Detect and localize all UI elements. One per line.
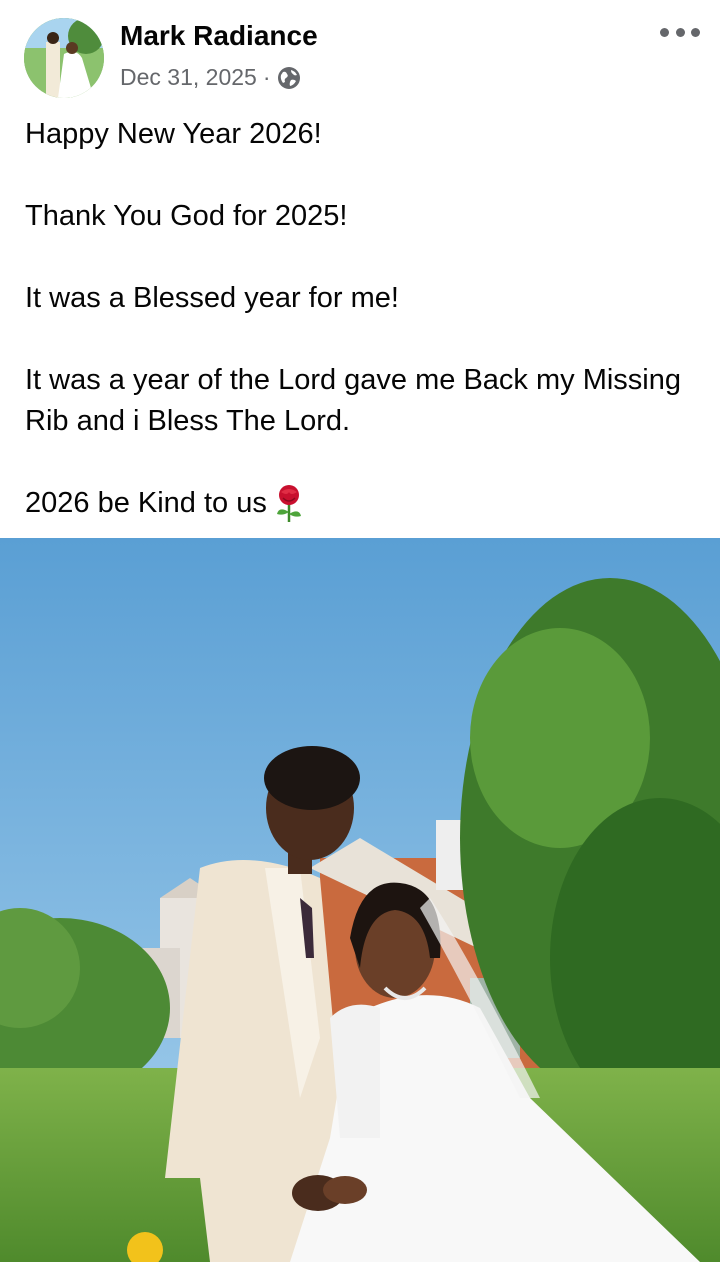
post-header: Mark Radiance Dec 31, 2025 · (0, 0, 720, 110)
post-meta: Dec 31, 2025 · (120, 64, 301, 91)
rose-emoji (271, 484, 307, 524)
post-photo[interactable] (0, 538, 720, 1262)
post-paragraph: Thank You God for 2025! (25, 200, 348, 232)
author-avatar[interactable] (24, 18, 104, 98)
meta-separator: · (262, 64, 271, 90)
post-paragraph: It was a year of the Lord gave me Back m… (25, 364, 681, 437)
post-paragraph: Happy New Year 2026! (25, 118, 322, 150)
more-options-icon[interactable] (660, 22, 700, 42)
author-name[interactable]: Mark Radiance (120, 20, 318, 52)
post-paragraph: It was a Blessed year for me! (25, 282, 399, 314)
post-paragraph-text: 2026 be Kind to us (25, 487, 267, 519)
post-paragraph-last: 2026 be Kind to us (25, 483, 695, 524)
post-date[interactable]: Dec 31, 2025 (120, 64, 257, 91)
globe-icon (277, 66, 301, 90)
post-body: Happy New Year 2026! Thank You God for 2… (25, 114, 695, 524)
